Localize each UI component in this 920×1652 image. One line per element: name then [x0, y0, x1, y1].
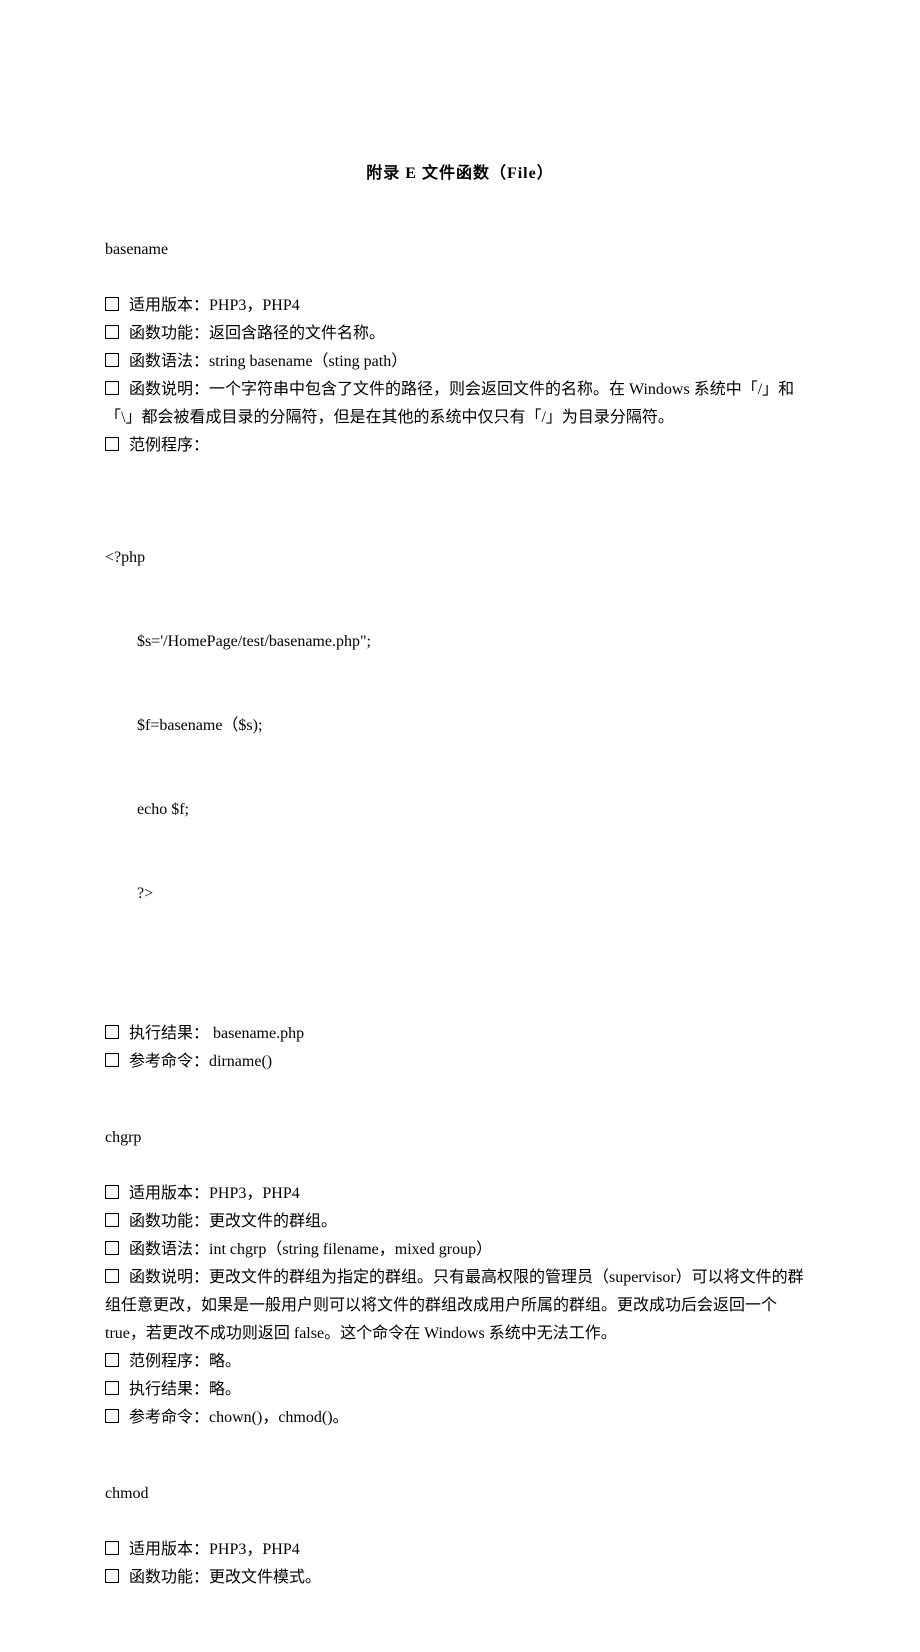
value-feature: 更改文件模式。 — [209, 1569, 321, 1586]
label-see-also: 参考命令： — [129, 1409, 209, 1426]
value-result: basename.php — [209, 1025, 304, 1042]
function-name-chgrp: chgrp — [105, 1124, 815, 1152]
value-version: PHP3，PHP4 — [209, 1541, 300, 1558]
label-result: 执行结果： — [129, 1381, 209, 1398]
code-line: $s='/HomePage/test/basename.php"; — [105, 628, 815, 656]
value-version: PHP3，PHP4 — [209, 1185, 300, 1202]
label-example: 范例程序： — [129, 437, 209, 454]
value-description: 更改文件的群组为指定的群组。只有最高权限的管理员（supervisor）可以将文… — [105, 1269, 804, 1342]
code-line: ?> — [105, 880, 815, 908]
label-version: 适用版本： — [129, 1185, 209, 1202]
value-example: 略。 — [209, 1353, 241, 1370]
label-version: 适用版本： — [129, 1541, 209, 1558]
checkbox-icon — [105, 1241, 119, 1255]
label-feature: 函数功能： — [129, 1569, 209, 1586]
row-example: 范例程序：略。 — [105, 1348, 815, 1376]
row-see-also: 参考命令：chown()，chmod()。 — [105, 1404, 815, 1432]
document-page: 附录 E 文件函数（File） basename 适用版本：PHP3，PHP4 … — [0, 0, 920, 1652]
code-line: <?php — [105, 544, 815, 572]
row-version: 适用版本：PHP3，PHP4 — [105, 1180, 815, 1208]
row-syntax: 函数语法：string basename（sting path） — [105, 348, 815, 376]
checkbox-icon — [105, 1409, 119, 1423]
row-feature: 函数功能：更改文件模式。 — [105, 1564, 815, 1592]
label-description: 函数说明： — [129, 1269, 209, 1286]
label-syntax: 函数语法： — [129, 1241, 209, 1258]
label-feature: 函数功能： — [129, 325, 209, 342]
checkbox-icon — [105, 1053, 119, 1067]
page-title: 附录 E 文件函数（File） — [105, 160, 815, 188]
value-syntax: string basename（sting path） — [209, 353, 407, 370]
function-name-chmod: chmod — [105, 1480, 815, 1508]
code-line: $f=basename（$s); — [105, 712, 815, 740]
code-block: <?php $s='/HomePage/test/basename.php"; … — [105, 488, 815, 964]
value-syntax: int chgrp（string filename，mixed group） — [209, 1241, 492, 1258]
checkbox-icon — [105, 1569, 119, 1583]
checkbox-icon — [105, 353, 119, 367]
checkbox-icon — [105, 381, 119, 395]
value-feature: 更改文件的群组。 — [209, 1213, 337, 1230]
value-feature: 返回含路径的文件名称。 — [209, 325, 385, 342]
value-see-also: dirname() — [209, 1053, 272, 1070]
checkbox-icon — [105, 1541, 119, 1555]
row-feature: 函数功能：更改文件的群组。 — [105, 1208, 815, 1236]
checkbox-icon — [105, 1381, 119, 1395]
function-name-basename: basename — [105, 236, 815, 264]
row-result: 执行结果：略。 — [105, 1376, 815, 1404]
label-see-also: 参考命令： — [129, 1053, 209, 1070]
row-syntax: 函数语法：int chgrp（string filename，mixed gro… — [105, 1236, 815, 1264]
label-example: 范例程序： — [129, 1353, 209, 1370]
value-description: 一个字符串中包含了文件的路径，则会返回文件的名称。在 Windows 系统中「/… — [105, 381, 794, 426]
label-syntax: 函数语法： — [129, 353, 209, 370]
label-version: 适用版本： — [129, 297, 209, 314]
row-description: 函数说明：更改文件的群组为指定的群组。只有最高权限的管理员（supervisor… — [105, 1264, 815, 1348]
row-feature: 函数功能：返回含路径的文件名称。 — [105, 320, 815, 348]
value-result: 略。 — [209, 1381, 241, 1398]
row-example: 范例程序： — [105, 432, 815, 460]
label-feature: 函数功能： — [129, 1213, 209, 1230]
row-version: 适用版本：PHP3，PHP4 — [105, 292, 815, 320]
row-description: 函数说明：一个字符串中包含了文件的路径，则会返回文件的名称。在 Windows … — [105, 376, 815, 432]
checkbox-icon — [105, 297, 119, 311]
checkbox-icon — [105, 437, 119, 451]
checkbox-icon — [105, 1185, 119, 1199]
row-see-also: 参考命令：dirname() — [105, 1048, 815, 1076]
value-see-also: chown()，chmod()。 — [209, 1409, 349, 1426]
row-version: 适用版本：PHP3，PHP4 — [105, 1536, 815, 1564]
checkbox-icon — [105, 325, 119, 339]
label-description: 函数说明： — [129, 381, 209, 398]
checkbox-icon — [105, 1353, 119, 1367]
value-version: PHP3，PHP4 — [209, 297, 300, 314]
checkbox-icon — [105, 1213, 119, 1227]
label-result: 执行结果： — [129, 1025, 209, 1042]
code-line: echo $f; — [105, 796, 815, 824]
checkbox-icon — [105, 1269, 119, 1283]
checkbox-icon — [105, 1025, 119, 1039]
row-result: 执行结果： basename.php — [105, 1020, 815, 1048]
